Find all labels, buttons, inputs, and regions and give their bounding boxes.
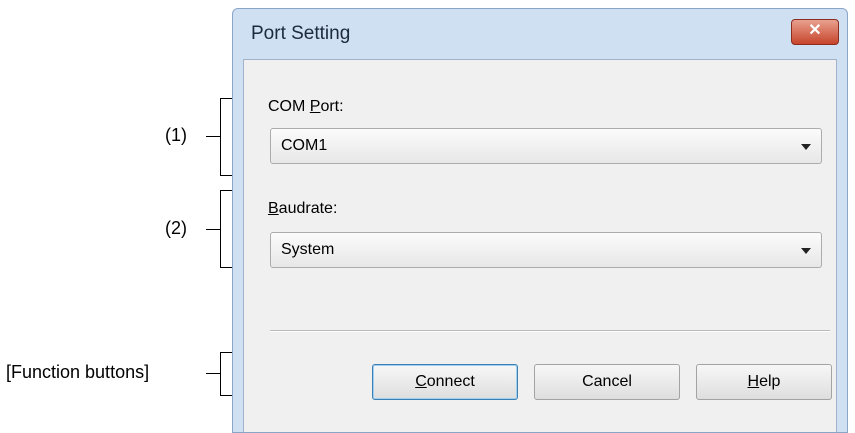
annotation-baudrate-label: (2) [165, 218, 187, 238]
chevron-down-icon [801, 248, 811, 254]
cancel-button[interactable]: Cancel [534, 364, 680, 400]
dialog-body: COM Port: COM1 Baudrate: System Connect … [243, 59, 837, 432]
dialog-title: Port Setting [251, 23, 351, 44]
annotation-buttons-label: [Function buttons] [6, 362, 150, 382]
com-port-value: COM1 [281, 137, 328, 154]
baudrate-dropdown[interactable]: System [270, 232, 822, 268]
baudrate-value: System [281, 241, 335, 258]
annotation-port-tick [206, 136, 220, 137]
com-port-label: COM Port: [268, 98, 344, 115]
connect-button[interactable]: Connect [372, 364, 518, 400]
close-button[interactable]: ✕ [791, 19, 839, 45]
annotation-buttons-tick [206, 373, 220, 374]
help-button[interactable]: Help [696, 364, 832, 400]
separator [270, 330, 830, 332]
com-port-dropdown[interactable]: COM1 [270, 128, 822, 164]
annotation-port-label: (1) [165, 125, 187, 145]
port-setting-dialog: Port Setting ✕ COM Port: COM1 Baudrate: … [232, 8, 848, 433]
close-icon: ✕ [808, 22, 822, 39]
annotation-baudrate-tick [206, 229, 220, 230]
baudrate-label: Baudrate: [268, 200, 338, 217]
chevron-down-icon [801, 144, 811, 150]
title-bar: Port Setting ✕ [233, 9, 847, 59]
